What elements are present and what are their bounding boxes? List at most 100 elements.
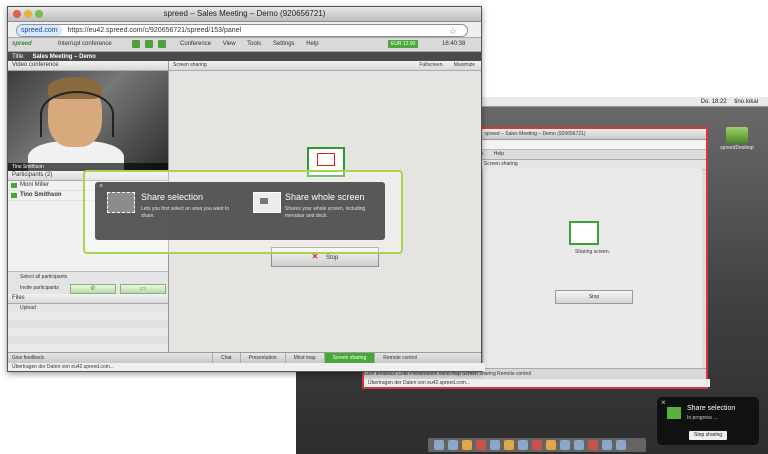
check-icon[interactable] (158, 40, 166, 48)
notification-subtitle: In progress ... (687, 415, 718, 421)
window-controls (13, 10, 43, 18)
dock-app-icon[interactable] (518, 440, 528, 450)
preview-status: Sharing screen. (574, 249, 611, 255)
files-section: Upload (8, 304, 168, 312)
select-all-participants[interactable]: Select all participants (8, 271, 168, 282)
preview-panel: Sharing screen. Stop (482, 169, 702, 369)
panel-header: Screen sharing Fullscreen Maximize (169, 61, 481, 71)
status-bar: Übertragen der Daten von eu42.spreed.com… (8, 363, 485, 371)
menubar-clock: Do. 18:22 (700, 99, 727, 105)
give-feedback-button[interactable]: Give feedback (12, 353, 44, 363)
share-options-popup: × Share selection Lets you first select … (95, 182, 385, 240)
bookmark-star-icon[interactable]: ☆ (449, 26, 457, 37)
dock-app-icon[interactable] (476, 440, 486, 450)
dock-app-icon[interactable] (574, 440, 584, 450)
dock-app-icon[interactable] (434, 440, 444, 450)
window-title: spreed – Sales Meeting – Demo (920656721… (163, 9, 326, 18)
notification-close-icon[interactable]: × (661, 398, 666, 407)
spreed-logo: spreed (12, 41, 32, 47)
tab-remote-control[interactable]: Remote control (374, 353, 425, 363)
dock-app-icon[interactable] (616, 440, 626, 450)
tab-presentation[interactable]: Presentation (239, 353, 285, 363)
dock-app-icon[interactable] (588, 440, 598, 450)
toolbar-icons (132, 40, 166, 48)
desktop-drive-icon[interactable]: spreedDesktop (720, 127, 754, 151)
conference-clock: 16:40:38 (442, 41, 466, 47)
preview-stop-button[interactable]: Stop (555, 290, 633, 304)
share-selection-title[interactable]: Share selection (141, 192, 203, 202)
menubar-user[interactable]: tino.lokal (734, 99, 758, 105)
dock-app-icon[interactable] (560, 440, 570, 450)
close-window-icon[interactable] (13, 10, 21, 18)
app-menu: Conference View Tools Settings Help (180, 38, 329, 51)
invite-participants-button[interactable]: Invite participants (20, 285, 59, 291)
address-bar: spreed.com https://eu42.spreed.com/c/920… (8, 22, 481, 38)
url-text: https://eu42.spreed.com/c/920656721/spre… (67, 27, 242, 34)
share-selection-icon[interactable] (107, 192, 135, 213)
minimize-window-icon[interactable] (24, 10, 32, 18)
share-selection-description: Lets you first select an area you want t… (141, 206, 230, 219)
tab-screen-sharing[interactable]: Screen sharing (323, 353, 375, 363)
feature-tabs: Chat Presentation Mind map Screen sharin… (212, 353, 425, 363)
download-icon[interactable] (132, 40, 140, 48)
menu-view[interactable]: View (223, 41, 236, 47)
monitor-icon (569, 221, 599, 245)
site-identity[interactable]: spreed.com (17, 25, 62, 36)
share-whole-screen-title[interactable]: Share whole screen (285, 192, 365, 202)
drive-icon (726, 127, 748, 143)
dock[interactable] (428, 438, 646, 452)
files-header: Files (8, 294, 168, 304)
screen-icon (260, 198, 268, 204)
interrupt-conference-button[interactable]: Interrupt conference (58, 38, 112, 51)
zoom-window-icon[interactable] (35, 10, 43, 18)
popup-close-icon[interactable]: × (99, 183, 103, 190)
phone-icon[interactable]: ✆ (70, 284, 116, 294)
participant-name: Tino Smithson (20, 192, 62, 198)
participant-name: Moni Miller (20, 182, 50, 188)
fullscreen-button[interactable]: Fullscreen (419, 62, 442, 68)
video-header: Video conference (8, 61, 168, 71)
share-whole-screen-icon[interactable] (253, 192, 281, 213)
url-field[interactable]: spreed.com https://eu42.spreed.com/c/920… (16, 24, 468, 37)
files-list (8, 312, 168, 352)
dock-app-icon[interactable] (448, 440, 458, 450)
window-titlebar: spreed – Sales Meeting – Demo (920656721… (8, 7, 481, 22)
panel-actions: Fullscreen Maximize (409, 61, 475, 70)
menu-conference[interactable]: Conference (180, 41, 211, 47)
screen-share-icon (667, 407, 681, 419)
invite-row: Invite participants ✆ ▭ (8, 282, 168, 294)
selection-icon (317, 153, 335, 166)
drive-label: spreedDesktop (720, 145, 754, 151)
dock-app-icon[interactable] (532, 440, 542, 450)
meeting-title: Sales Meeting – Demo (32, 54, 96, 60)
menu-settings[interactable]: Settings (273, 41, 295, 47)
speaker-icon (11, 183, 17, 188)
upload-button[interactable]: Upload (8, 304, 168, 312)
tab-chat[interactable]: Chat (212, 353, 240, 363)
maximize-button[interactable]: Maximize (454, 62, 475, 68)
preview-statusbar: Übertragen der Daten von eu42.spreed.com… (364, 379, 710, 387)
dock-app-icon[interactable] (504, 440, 514, 450)
share-whole-screen-description: Shares your whole screen, including menu… (285, 206, 366, 219)
panel-title: Screen sharing (173, 62, 207, 68)
pen-icon[interactable] (145, 40, 153, 48)
video-feed: Tino Smithson (8, 71, 168, 171)
menu-tools[interactable]: Tools (247, 41, 261, 47)
stop-sharing-button[interactable]: Stop sharing (689, 431, 728, 440)
headset-icon (40, 91, 114, 137)
dock-app-icon[interactable] (490, 440, 500, 450)
credit-badge: EUR 12.00 (388, 40, 419, 48)
stop-label: Stop (326, 255, 339, 261)
menu-help[interactable]: Help (306, 41, 318, 47)
tab-mind-map[interactable]: Mind map (284, 353, 324, 363)
video-call-icon[interactable]: ▭ (120, 284, 166, 294)
dock-app-icon[interactable] (602, 440, 612, 450)
dock-app-icon[interactable] (546, 440, 556, 450)
bottom-toolbar: Give feedback Chat Presentation Mind map… (8, 352, 481, 363)
star-icon (11, 193, 17, 198)
app-toolbar: spreed Interrupt conference Conference V… (8, 38, 481, 52)
sharing-notification: × Share selection In progress ... Stop s… (657, 397, 759, 445)
dock-app-icon[interactable] (462, 440, 472, 450)
notification-title: Share selection (687, 405, 736, 412)
title-label: Title: (12, 54, 25, 60)
